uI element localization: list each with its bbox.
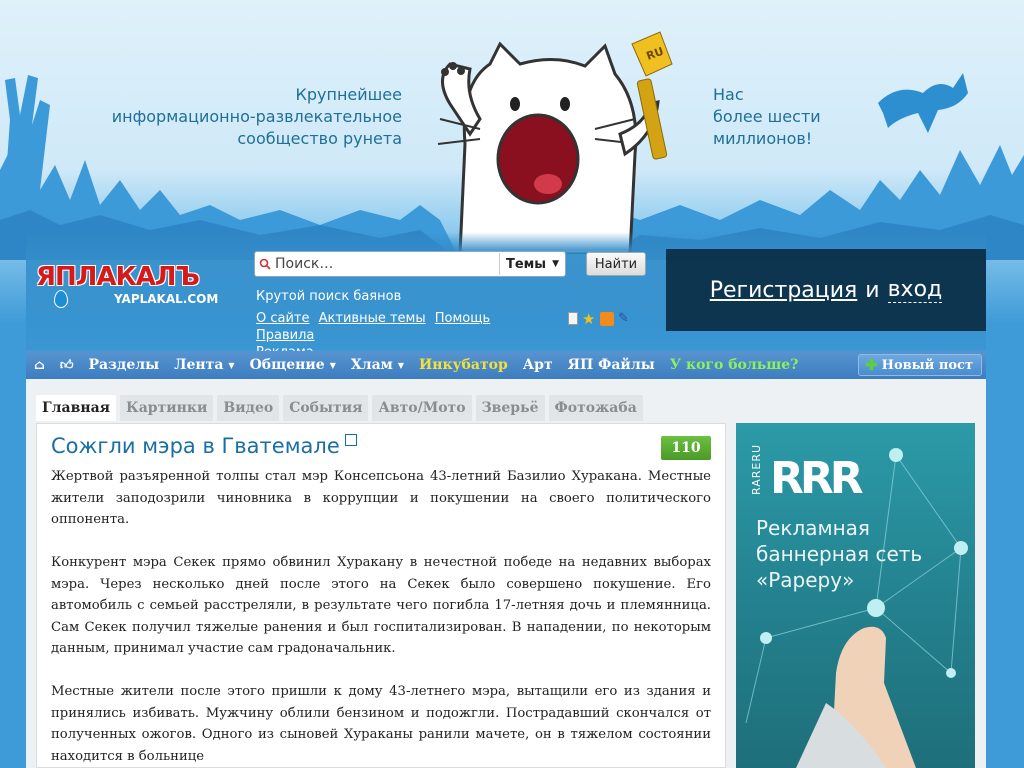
search-icon bbox=[255, 253, 275, 275]
post-rating-badge: 110 bbox=[661, 436, 711, 460]
nav-junk[interactable]: Хлам ▼ bbox=[351, 357, 404, 373]
ad-logo: RRR bbox=[770, 453, 864, 504]
tab-video[interactable]: Видео bbox=[217, 395, 280, 421]
content-area: Главная Картинки Видео События Авто/Мото… bbox=[26, 379, 986, 768]
auth-and: и bbox=[865, 277, 880, 303]
search-scope-select[interactable]: Темы ▼ bbox=[499, 253, 559, 275]
logo-text: ЯПЛАКАЛЪ bbox=[36, 262, 200, 292]
category-tabs: Главная Картинки Видео События Авто/Мото… bbox=[36, 395, 643, 421]
pencil-icon[interactable]: ✎ bbox=[618, 312, 632, 326]
ad-text: Рекламная баннерная сеть «Рареру» bbox=[756, 516, 923, 592]
post-title[interactable]: Сожгли мэра в Гватемале bbox=[51, 434, 340, 458]
site-logo[interactable]: ЯПЛАКАЛЪ YAPLAKAL.COM bbox=[36, 262, 236, 314]
tab-animals[interactable]: Зверьё bbox=[475, 395, 545, 421]
nav-feed[interactable]: Лента ▼ bbox=[174, 357, 234, 373]
ad-banner[interactable]: RARERU RRR Рекламная баннерная сеть «Рар… bbox=[736, 423, 975, 768]
open-in-new-window-icon[interactable] bbox=[344, 434, 357, 446]
page-icon[interactable] bbox=[568, 312, 578, 325]
chevron-down-icon: ▼ bbox=[552, 259, 559, 269]
ad-vertical-text: RARERU bbox=[750, 443, 763, 495]
search-button[interactable]: Найти bbox=[586, 252, 646, 276]
tab-auto-moto[interactable]: Авто/Мото bbox=[372, 395, 472, 421]
nav-who-has-more[interactable]: У кого больше? bbox=[670, 357, 799, 373]
search-scope-label: Темы bbox=[506, 256, 547, 272]
post-paragraph: Местные жители после этого пришли к дому… bbox=[51, 684, 711, 764]
link-about[interactable]: О сайте bbox=[256, 311, 310, 326]
nav-label: У кого больше? bbox=[669, 357, 799, 373]
nav-incubator[interactable]: Инкубатор bbox=[419, 357, 508, 373]
flying-cat-icon bbox=[878, 73, 968, 133]
tab-pictures[interactable]: Картинки bbox=[120, 395, 214, 421]
link-help[interactable]: Помощь bbox=[435, 311, 490, 326]
tagline-left: Крупнейшее информационно-развлекательное… bbox=[111, 85, 402, 148]
nav-label: Хлам bbox=[350, 357, 393, 373]
tab-photoshop[interactable]: Фотожаба bbox=[548, 395, 643, 421]
tagline-right: Нас более шести миллионов! bbox=[713, 85, 821, 148]
search-input[interactable] bbox=[275, 253, 499, 275]
nav-art[interactable]: Арт bbox=[523, 357, 553, 373]
link-active-topics[interactable]: Активные темы bbox=[319, 311, 426, 326]
post-title-row: Сожгли мэра в Гватемале bbox=[51, 434, 711, 458]
tear-drop-icon bbox=[54, 290, 68, 308]
nav-label: Общение bbox=[249, 357, 325, 373]
register-link[interactable]: Регистрация bbox=[710, 278, 858, 303]
main-navbar: ⌂ 👍︎ Разделы Лента ▼ Общение ▼ Хлам ▼ Инкуб… bbox=[26, 351, 986, 379]
search-hint: Крутой поиск баянов bbox=[256, 289, 402, 304]
nav-label: Арт bbox=[522, 357, 553, 373]
chevron-down-icon: ▼ bbox=[329, 360, 336, 370]
nav-label: ЯП Файлы bbox=[567, 357, 655, 373]
hero-banner: Крупнейшее информационно-развлекательное… bbox=[0, 0, 1024, 260]
nav-communication[interactable]: Общение ▼ bbox=[250, 357, 336, 373]
new-post-label: Новый пост bbox=[881, 357, 973, 373]
login-link[interactable]: вход bbox=[887, 277, 943, 303]
home-icon[interactable]: ⌂ bbox=[34, 358, 45, 373]
nav-label: Разделы bbox=[88, 357, 160, 373]
tab-events[interactable]: События bbox=[283, 395, 369, 421]
post-paragraph: Конкурент мэра Секек прямо обвинил Хурак… bbox=[51, 555, 711, 656]
star-icon[interactable]: ★ bbox=[582, 312, 596, 327]
chevron-down-icon: ▼ bbox=[228, 360, 235, 370]
new-post-button[interactable]: ✚ Новый пост bbox=[858, 354, 982, 376]
post-body: Жертвой разъяренной толпы стал мэр Консе… bbox=[51, 466, 711, 767]
header-mini-icons: ★ ✎ bbox=[568, 312, 632, 327]
cat-mascot-icon: RU bbox=[437, 31, 673, 254]
search-box: Темы ▼ bbox=[254, 251, 566, 277]
tab-main[interactable]: Главная bbox=[36, 395, 116, 421]
post-paragraph: Жертвой разъяренной толпы стал мэр Консе… bbox=[51, 469, 711, 527]
nav-files[interactable]: ЯП Файлы bbox=[568, 357, 655, 373]
cheering-hand-icon bbox=[5, 75, 50, 190]
nav-label: Лента bbox=[174, 357, 224, 373]
rss-icon[interactable] bbox=[600, 312, 614, 326]
thumbs-up-icon[interactable]: 👍︎ bbox=[60, 358, 74, 373]
chevron-down-icon: ▼ bbox=[397, 360, 404, 370]
link-rules[interactable]: Правила bbox=[256, 328, 314, 343]
nav-label: Инкубатор bbox=[419, 357, 508, 373]
logo-subtext: YAPLAKAL.COM bbox=[114, 292, 219, 306]
auth-panel: Регистрация и вход bbox=[666, 249, 986, 331]
nav-sections[interactable]: Разделы bbox=[88, 357, 159, 373]
post-card: Сожгли мэра в Гватемале 110 Жертвой разъ… bbox=[36, 423, 726, 768]
plus-icon: ✚ bbox=[865, 356, 878, 374]
